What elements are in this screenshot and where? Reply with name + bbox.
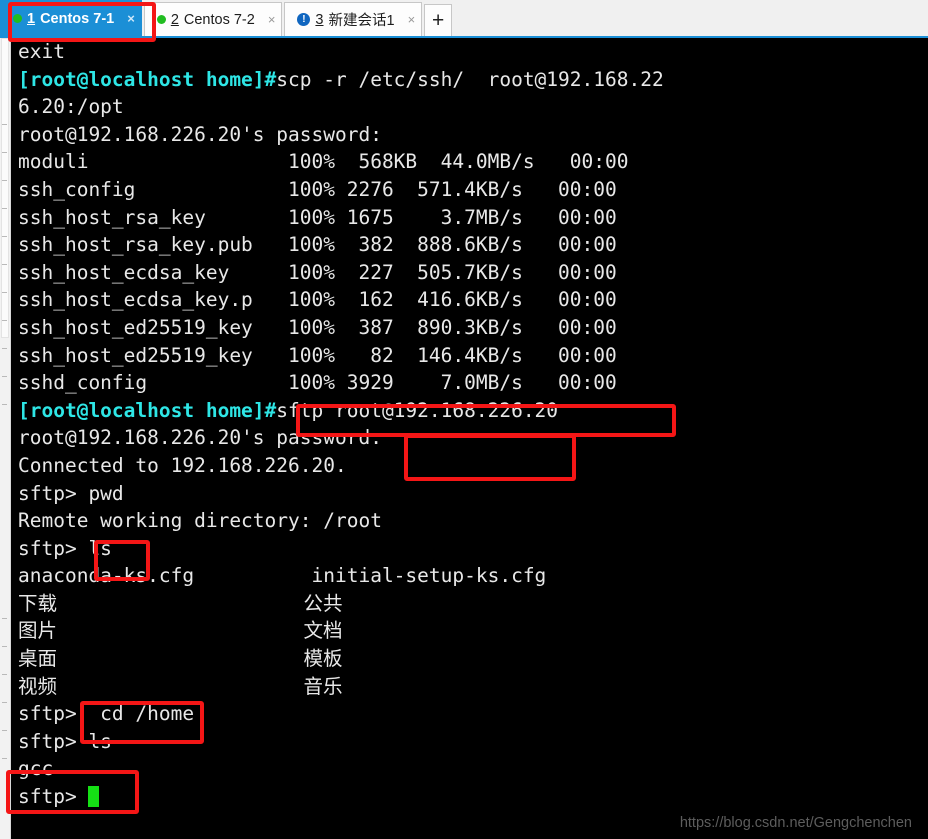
green-dot-icon xyxy=(156,15,166,24)
terminal-line: ssh_config 100% 2276 571.4KB/s 00:00 xyxy=(12,176,928,204)
terminal-line: 视频 音乐 xyxy=(12,673,928,701)
gutter-tick xyxy=(2,376,7,377)
terminal-text: anaconda-ks.cfg initial-setup-ks.cfg xyxy=(18,564,547,588)
terminal-text: sshd_config 100% 3929 7.0MB/s 00:00 xyxy=(18,371,617,395)
gutter-tick xyxy=(2,292,7,293)
tab-index: 1 xyxy=(27,10,36,27)
terminal-line: sftp> ls xyxy=(12,728,928,756)
scrollbar-thumb[interactable] xyxy=(1,38,9,338)
terminal-text: ssh_host_ecdsa_key 100% 227 505.7KB/s 00… xyxy=(18,260,617,284)
shell-prompt: [root@localhost home]# xyxy=(18,398,277,422)
terminal-line: sftp> xyxy=(12,783,928,811)
terminal-text: sftp> cd /home xyxy=(18,702,195,726)
gutter-tick xyxy=(2,152,7,153)
terminal-text: 6.20:/opt xyxy=(18,95,124,119)
terminal-text: root@192.168.226.20's password: xyxy=(18,426,382,450)
terminal-text: 视频 音乐 xyxy=(18,674,343,698)
terminal-line: ssh_host_ecdsa_key 100% 227 505.7KB/s 00… xyxy=(12,259,928,287)
terminal-text: Connected to 192.168.226.20. xyxy=(18,453,347,477)
terminal-line: [root@localhost home]#scp -r /etc/ssh/ r… xyxy=(12,66,928,94)
terminal-text: ssh_host_rsa_key 100% 1675 3.7MB/s 00:00 xyxy=(18,205,617,229)
terminal-text: ssh_host_ecdsa_key.p 100% 162 416.6KB/s … xyxy=(18,288,617,312)
info-circle-icon: ! xyxy=(297,13,311,26)
terminal-text: sftp> ls xyxy=(18,729,112,753)
close-icon[interactable]: × xyxy=(408,13,416,26)
terminal-line: anaconda-ks.cfg initial-setup-ks.cfg xyxy=(12,562,928,590)
close-icon[interactable]: × xyxy=(127,12,135,25)
terminal-text: ssh_config 100% 2276 571.4KB/s 00:00 xyxy=(18,177,617,201)
terminal-line: Remote working directory: /root xyxy=(12,507,928,535)
gutter-tick xyxy=(2,702,7,703)
gutter-tick xyxy=(2,730,7,731)
terminal-window: 1 Centos 7-1 × 2 Centos 7-2 × ! 3 新建会话1 … xyxy=(0,0,928,839)
terminal-line: sftp> ls xyxy=(12,535,928,563)
terminal-line: ssh_host_ecdsa_key.p 100% 162 416.6KB/s … xyxy=(12,286,928,314)
terminal-text: exit xyxy=(18,40,65,63)
tab-index: 3 xyxy=(315,11,324,28)
terminal-line: sshd_config 100% 3929 7.0MB/s 00:00 xyxy=(12,369,928,397)
gutter-tick xyxy=(2,348,7,349)
new-tab-button[interactable]: + xyxy=(424,4,453,36)
green-dot-icon xyxy=(13,14,22,23)
terminal-output[interactable]: exit [root@localhost home]#scp -r /etc/ss… xyxy=(12,38,928,839)
terminal-line: ssh_host_rsa_key.pub 100% 382 888.6KB/s … xyxy=(12,231,928,259)
terminal-line: moduli 100% 568KB 44.0MB/s 00:00 xyxy=(12,148,928,176)
close-icon[interactable]: × xyxy=(268,13,276,26)
terminal-line: [root@localhost home]#sftp root@192.168.… xyxy=(12,397,928,425)
terminal-line: root@192.168.226.20's password: xyxy=(12,121,928,149)
terminal-line: sftp> cd /home xyxy=(12,700,928,728)
gutter-tick xyxy=(2,404,7,405)
gutter-tick xyxy=(2,618,7,619)
terminal-line: 下载 公共 xyxy=(12,590,928,618)
gutter-tick xyxy=(2,180,7,181)
terminal-line: 6.20:/opt xyxy=(12,93,928,121)
tab-centos-7-2[interactable]: 2 Centos 7-2 × xyxy=(143,2,283,36)
vertical-scrollbar[interactable] xyxy=(0,38,11,839)
terminal-text: ssh_host_rsa_key.pub 100% 382 888.6KB/s … xyxy=(18,233,617,257)
terminal-line: Connected to 192.168.226.20. xyxy=(12,452,928,480)
terminal-line: root@192.168.226.20's password: xyxy=(12,424,928,452)
terminal-text: sftp> ls xyxy=(18,536,112,560)
terminal-line: 图片 文档 xyxy=(12,617,928,645)
terminal-line: gcc xyxy=(12,755,928,783)
gutter-tick xyxy=(2,674,7,675)
terminal-text: Remote working directory: /root xyxy=(18,509,382,533)
terminal-text: ssh_host_ed25519_key 100% 82 146.4KB/s 0… xyxy=(18,343,617,367)
tab-index: 2 xyxy=(170,11,179,28)
terminal-text: 图片 文档 xyxy=(18,619,343,643)
tab-label: Centos 7-1 xyxy=(40,10,115,27)
watermark: https://blog.csdn.net/Gengchenchen xyxy=(679,815,912,831)
shell-prompt: [root@localhost home]# xyxy=(18,67,277,91)
plus-icon: + xyxy=(432,8,445,32)
tab-bar: 1 Centos 7-1 × 2 Centos 7-2 × ! 3 新建会话1 … xyxy=(0,0,928,38)
terminal-text: scp -r /etc/ssh/ root@192.168.22 xyxy=(276,67,664,91)
gutter-tick xyxy=(2,646,7,647)
tab-centos-7-1[interactable]: 1 Centos 7-1 × xyxy=(0,0,142,36)
terminal-text: sftp root@192.168.226.20 xyxy=(276,398,559,422)
gutter-tick xyxy=(2,320,7,321)
terminal-text: gcc xyxy=(18,757,54,781)
tab-label: 新建会话1 xyxy=(328,13,395,29)
terminal-text: moduli 100% 568KB 44.0MB/s 00:00 xyxy=(18,150,629,174)
terminal-line: ssh_host_ed25519_key 100% 82 146.4KB/s 0… xyxy=(12,342,928,370)
terminal-line: ssh_host_ed25519_key 100% 387 890.3KB/s … xyxy=(12,314,928,342)
gutter-tick xyxy=(2,124,7,125)
gutter-tick xyxy=(2,758,7,759)
terminal-line: exit xyxy=(12,38,928,66)
terminal-text: root@192.168.226.20's password: xyxy=(18,122,382,146)
terminal-text: 桌面 模板 xyxy=(18,647,343,671)
terminal-line: sftp> pwd xyxy=(12,480,928,508)
text-cursor xyxy=(88,786,100,808)
terminal-text: ssh_host_ed25519_key 100% 387 890.3KB/s … xyxy=(18,315,617,339)
terminal-line: 桌面 模板 xyxy=(12,645,928,673)
terminal-line: ssh_host_rsa_key 100% 1675 3.7MB/s 00:00 xyxy=(12,204,928,232)
gutter-tick xyxy=(2,236,7,237)
terminal-text: 下载 公共 xyxy=(18,591,343,615)
gutter-tick xyxy=(2,264,7,265)
terminal-text: sftp> pwd xyxy=(18,481,124,505)
gutter-tick xyxy=(2,208,7,209)
tab-label: Centos 7-2 xyxy=(183,11,255,28)
tab-new-session-1[interactable]: ! 3 新建会话1 × xyxy=(284,2,423,36)
terminal-text: sftp> xyxy=(18,785,89,809)
